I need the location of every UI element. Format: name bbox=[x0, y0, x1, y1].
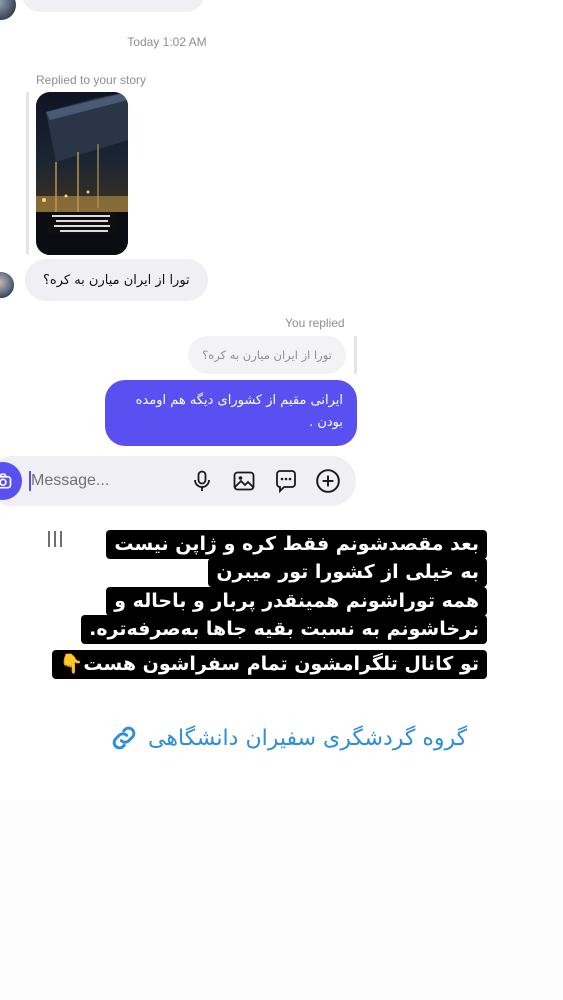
sticker-button[interactable] bbox=[272, 467, 300, 495]
three-bars-icon bbox=[48, 531, 66, 549]
chat-thread: Today 1:02 AM Replied to your story تورا… bbox=[0, 0, 563, 510]
story-image bbox=[36, 92, 128, 255]
sender-avatar-top[interactable] bbox=[0, 0, 16, 20]
replied-story-label: Replied to your story bbox=[36, 73, 147, 87]
overlay-text-line: تو کانال تلگرامشون تمام سفراشون هست👇 bbox=[51, 650, 487, 679]
overlay-text-line: نرخاشونم به نسبت بقیه جاها به‌صرفه‌تره. bbox=[81, 615, 487, 644]
outgoing-message-bubble[interactable]: ایرانی مقیم از کشورای دیگه هم اومده بودن… bbox=[105, 380, 357, 446]
you-replied-label: You replied bbox=[285, 316, 345, 330]
message-timestamp: Today 1:02 AM bbox=[127, 35, 207, 49]
overlay-text-line: همه توراشونم همینقدر پربار و باحاله و bbox=[106, 587, 487, 616]
microphone-button[interactable] bbox=[188, 467, 216, 495]
quoted-message-bubble[interactable]: تورا از ایران میارن به کره؟ bbox=[188, 336, 346, 374]
story-background bbox=[0, 800, 563, 1000]
incoming-message-bubble[interactable]: تورا از ایران میارن به کره؟ bbox=[25, 259, 208, 301]
sticker-icon bbox=[276, 470, 296, 493]
add-icon bbox=[316, 469, 340, 493]
add-button[interactable] bbox=[314, 467, 342, 495]
previous-message-bubble[interactable] bbox=[22, 0, 204, 12]
reply-indicator-bar bbox=[26, 92, 29, 255]
gallery-icon bbox=[233, 471, 255, 491]
camera-icon bbox=[0, 473, 12, 489]
link-text[interactable]: گروه گردشگری سفیران دانشگاهی bbox=[148, 726, 467, 751]
gallery-button[interactable] bbox=[230, 467, 258, 495]
sender-avatar[interactable] bbox=[0, 270, 16, 300]
link-icon bbox=[112, 726, 136, 750]
story-thumbnail[interactable] bbox=[36, 92, 128, 255]
microphone-icon bbox=[194, 470, 210, 491]
quote-indicator-bar bbox=[354, 336, 357, 374]
message-input[interactable]: Message... bbox=[31, 467, 181, 495]
channel-link-sticker[interactable]: گروه گردشگری سفیران دانشگاهی bbox=[108, 720, 467, 756]
overlay-text-line: به خیلی از کشورا تور میبرن bbox=[208, 558, 487, 587]
overlay-text-line: بعد مقصدشونم فقط کره و ژاپن نیست bbox=[106, 530, 487, 559]
